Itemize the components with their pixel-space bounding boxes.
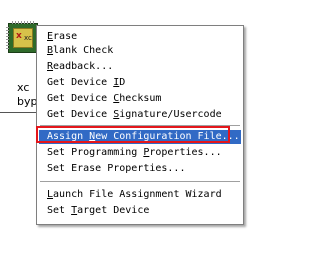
menu-item-text: D [119,77,126,88]
menu-item-blank-check[interactable]: Blank Check [39,44,241,58]
menu-item-text: Get Device [47,109,114,120]
menu-item-text: lank Check [53,45,114,56]
chip-logo-mark: x [16,31,22,41]
device-status-label: byp [17,95,38,108]
chip-logo-text: xc [24,34,32,42]
menu-item-text: Assign [47,131,90,142]
jtag-chain-line [0,112,40,113]
menu-item-text: Set Erase Properties... [47,163,186,174]
menu-item-erase[interactable]: Erase [39,30,241,44]
menu-item-text: arget Device [77,205,150,216]
menu-item-text: Get Device [47,77,114,88]
menu-item-assign-new-configuration-file[interactable]: Assign New Configuration File... [39,130,241,144]
menu-separator [40,181,240,183]
design-canvas[interactable]: x xc xc byp Erase Blank Check Readback..… [0,0,300,266]
device-chip-icon[interactable]: x xc [6,21,38,53]
menu-item-text: ignature/Usercode [119,109,222,120]
menu-item-get-device-checksum[interactable]: Get Device Checksum [39,92,241,106]
device-part-label: xc [17,81,30,94]
menu-item-text: ew Configuration File... [95,131,240,142]
menu-item-text: Set Programming [47,147,144,158]
menu-item-launch-file-assignment-wizard[interactable]: Launch File Assignment Wizard [39,188,241,202]
menu-item-get-device-signature[interactable]: Get Device Signature/Usercode [39,108,241,122]
menu-item-get-device-id[interactable]: Get Device ID [39,76,241,90]
chip-body: x xc [13,28,33,48]
menu-item-text: rase [53,31,78,42]
device-context-menu: Erase Blank Check Readback... Get Device… [36,25,244,225]
menu-item-set-target-device[interactable]: Set Target Device [39,204,241,218]
menu-item-text: eadback... [53,61,114,72]
menu-item-text: roperties... [149,147,222,158]
menu-item-set-erase-properties[interactable]: Set Erase Properties... [39,162,241,176]
menu-item-readback[interactable]: Readback... [39,60,241,74]
menu-item-text: Get Device [47,93,114,104]
menu-item-text: hecksum [119,93,162,104]
menu-item-text: aunch File Assignment Wizard [53,189,222,200]
menu-item-set-programming-properties[interactable]: Set Programming Properties... [39,146,241,160]
menu-separator [40,125,240,127]
menu-item-text: Set [47,205,72,216]
